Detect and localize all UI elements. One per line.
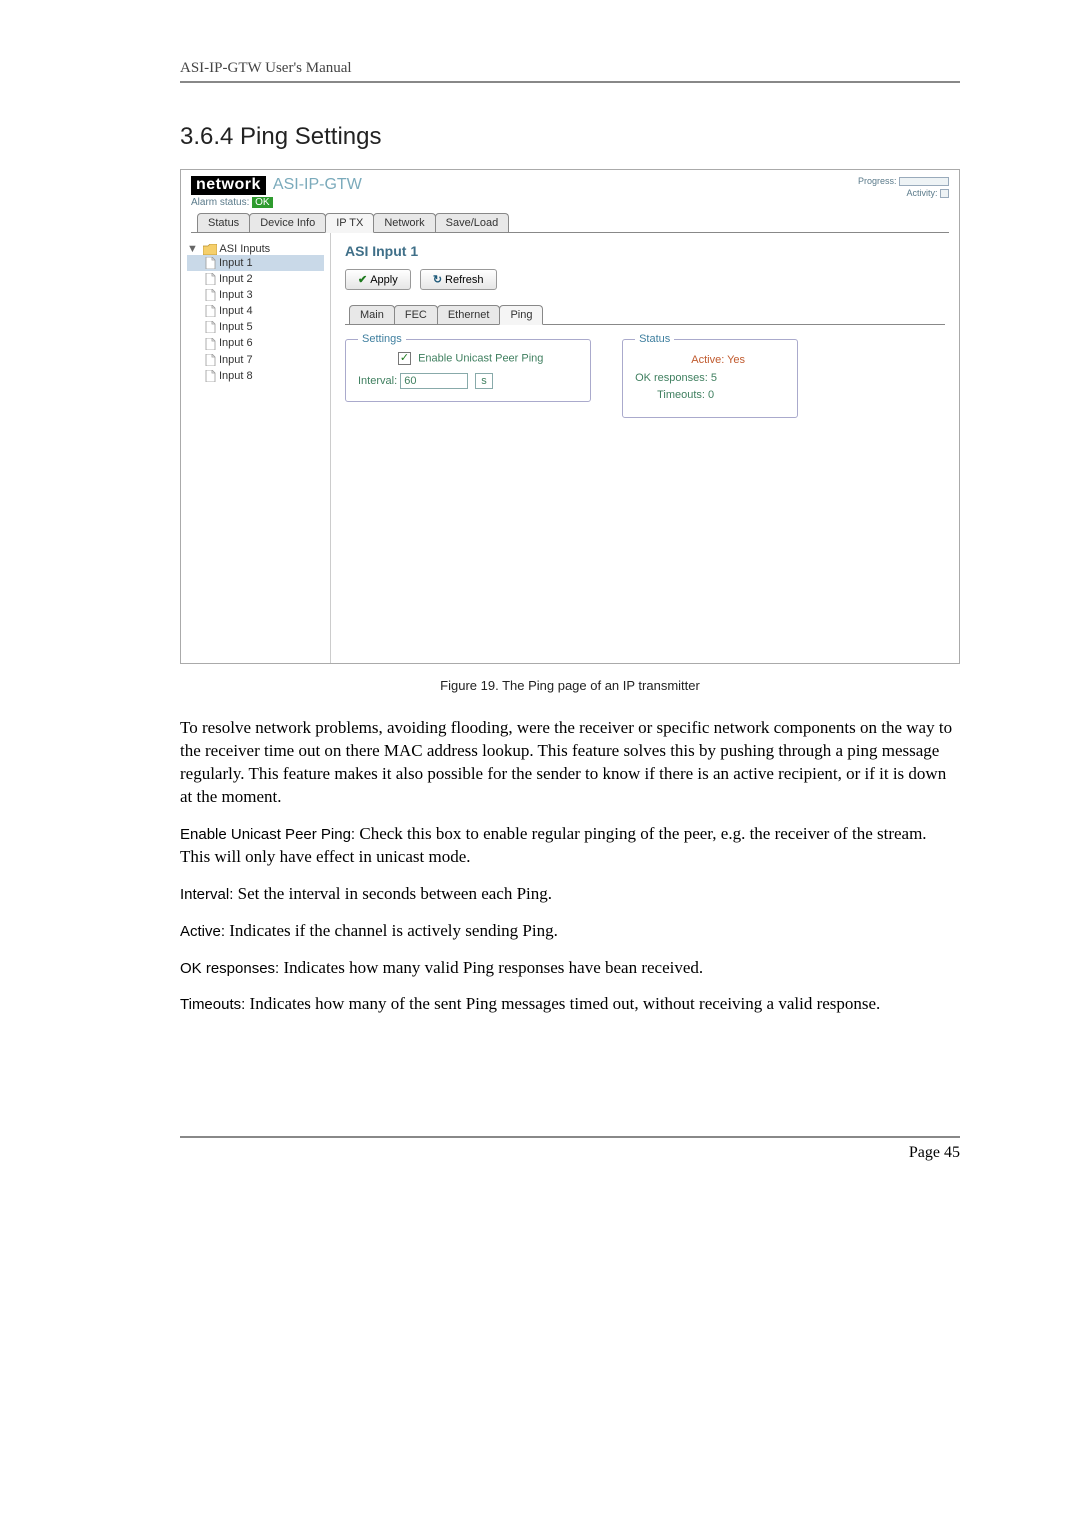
tree-collapse-icon[interactable]: ▼ — [187, 243, 198, 255]
apply-button[interactable]: ✔Apply — [345, 269, 411, 290]
file-icon — [205, 338, 216, 350]
timeouts-text: Indicates how many of the sent Ping mess… — [245, 994, 880, 1013]
paragraph-enable: Enable Unicast Peer Ping: Check this box… — [180, 823, 960, 869]
apply-label: Apply — [370, 274, 398, 286]
content-panel: ASI Input 1 ✔Apply ↻Refresh MainFECEther… — [331, 233, 959, 663]
status-legend: Status — [635, 333, 674, 345]
interval-text: Set the interval in seconds between each… — [233, 884, 552, 903]
inner-tab-ethernet[interactable]: Ethernet — [437, 305, 501, 324]
section-title: 3.6.4 Ping Settings — [180, 123, 960, 151]
inner-tabs: MainFECEthernetPing — [345, 304, 945, 325]
tab-save-load[interactable]: Save/Load — [435, 213, 510, 232]
inner-tab-ping[interactable]: Ping — [499, 305, 543, 325]
doc-header: ASI-IP-GTW User's Manual — [180, 60, 960, 83]
tree-item-input-5[interactable]: Input 5 — [187, 319, 324, 335]
paragraph-okresp: OK responses: Indicates how many valid P… — [180, 957, 960, 980]
okresp-term: OK responses: — [180, 960, 279, 977]
enable-term: Enable Unicast Peer Ping: — [180, 826, 355, 843]
tree-item-input-4[interactable]: Input 4 — [187, 303, 324, 319]
tree-item-label: Input 8 — [219, 370, 253, 382]
tree-item-label: Input 4 — [219, 305, 253, 317]
tree-item-label: Input 6 — [219, 337, 253, 349]
app-screenshot: network ASI-IP-GTW Progress: Activity: A… — [180, 169, 960, 664]
file-icon — [205, 321, 216, 333]
interval-unit: s — [475, 373, 493, 389]
status-active-label: Active: — [691, 354, 724, 366]
interval-term: Interval: — [180, 886, 233, 903]
active-term: Active: — [180, 923, 225, 940]
brand-logo: network — [191, 176, 266, 195]
interval-label: Interval: — [358, 375, 397, 387]
tree-item-input-6[interactable]: Input 6 — [187, 335, 324, 351]
tree-item-label: Input 3 — [219, 289, 253, 301]
enable-unicast-label: Enable Unicast Peer Ping — [418, 352, 543, 364]
apply-icon: ✔ — [358, 274, 367, 286]
refresh-label: Refresh — [445, 274, 484, 286]
file-icon — [205, 305, 216, 317]
top-right-status: Progress: Activity: — [858, 176, 949, 199]
file-icon — [205, 370, 216, 382]
tab-ip-tx[interactable]: IP TX — [325, 213, 374, 233]
refresh-button[interactable]: ↻Refresh — [420, 269, 497, 290]
file-icon — [205, 257, 216, 269]
page-footer: Page 45 — [180, 1136, 960, 1162]
folder-icon — [203, 244, 217, 255]
status-fieldset: Status Active: Yes OK responses: 5 — [622, 339, 798, 418]
inner-tab-fec[interactable]: FEC — [394, 305, 438, 324]
progress-bar — [899, 177, 949, 186]
activity-label: Activity: — [906, 188, 937, 198]
settings-fieldset: Settings ✓ Enable Unicast Peer Ping Inte… — [345, 339, 591, 402]
active-text: Indicates if the channel is actively sen… — [225, 921, 558, 940]
main-tabs: StatusDevice InfoIP TXNetworkSave/Load — [191, 212, 949, 233]
alarm-label: Alarm status: — [191, 197, 249, 208]
tab-network[interactable]: Network — [373, 213, 435, 232]
inner-tab-main[interactable]: Main — [349, 305, 395, 324]
panel-title: ASI Input 1 — [345, 243, 945, 259]
tree-root[interactable]: ▼ ASI Inputs — [187, 243, 324, 255]
paragraph-intro: To resolve network problems, avoiding fl… — [180, 717, 960, 809]
paragraph-interval: Interval: Set the interval in seconds be… — [180, 883, 960, 906]
tree-item-label: Input 5 — [219, 321, 253, 333]
settings-legend: Settings — [358, 333, 406, 345]
file-icon — [205, 273, 216, 285]
file-icon — [205, 354, 216, 366]
tree-item-input-1[interactable]: Input 1 — [187, 255, 324, 271]
tree-item-input-3[interactable]: Input 3 — [187, 287, 324, 303]
status-timeouts-value: 0 — [708, 389, 714, 401]
status-ok-label: OK responses: — [635, 372, 708, 384]
paragraph-active: Active: Indicates if the channel is acti… — [180, 920, 960, 943]
file-icon — [205, 289, 216, 301]
tree-item-label: Input 2 — [219, 273, 253, 285]
tab-device-info[interactable]: Device Info — [249, 213, 326, 232]
activity-indicator — [940, 189, 949, 198]
product-name: ASI-IP-GTW — [273, 176, 362, 194]
tab-status[interactable]: Status — [197, 213, 250, 232]
paragraph-timeouts: Timeouts: Indicates how many of the sent… — [180, 993, 960, 1016]
tree-item-input-8[interactable]: Input 8 — [187, 368, 324, 384]
refresh-icon: ↻ — [433, 274, 442, 286]
nav-tree: ▼ ASI Inputs Input 1 Input 2 Input 3 Input … — [181, 233, 331, 663]
figure-caption: Figure 19. The Ping page of an IP transm… — [180, 678, 960, 693]
status-active-value: Yes — [727, 354, 745, 366]
status-timeouts-label: Timeouts: — [657, 389, 705, 401]
progress-label: Progress: — [858, 176, 897, 186]
tree-item-label: Input 1 — [219, 257, 253, 269]
status-ok-value: 5 — [711, 372, 717, 384]
interval-input[interactable] — [400, 373, 468, 389]
alarm-status: Alarm status: OK — [191, 197, 949, 208]
tree-item-input-2[interactable]: Input 2 — [187, 271, 324, 287]
alarm-value: OK — [252, 197, 272, 208]
tree-item-label: Input 7 — [219, 354, 253, 366]
tree-root-label: ASI Inputs — [219, 243, 270, 255]
tree-item-input-7[interactable]: Input 7 — [187, 352, 324, 368]
timeouts-term: Timeouts: — [180, 996, 245, 1013]
enable-unicast-checkbox[interactable]: ✓ — [398, 352, 411, 365]
okresp-text: Indicates how many valid Ping responses … — [279, 958, 703, 977]
